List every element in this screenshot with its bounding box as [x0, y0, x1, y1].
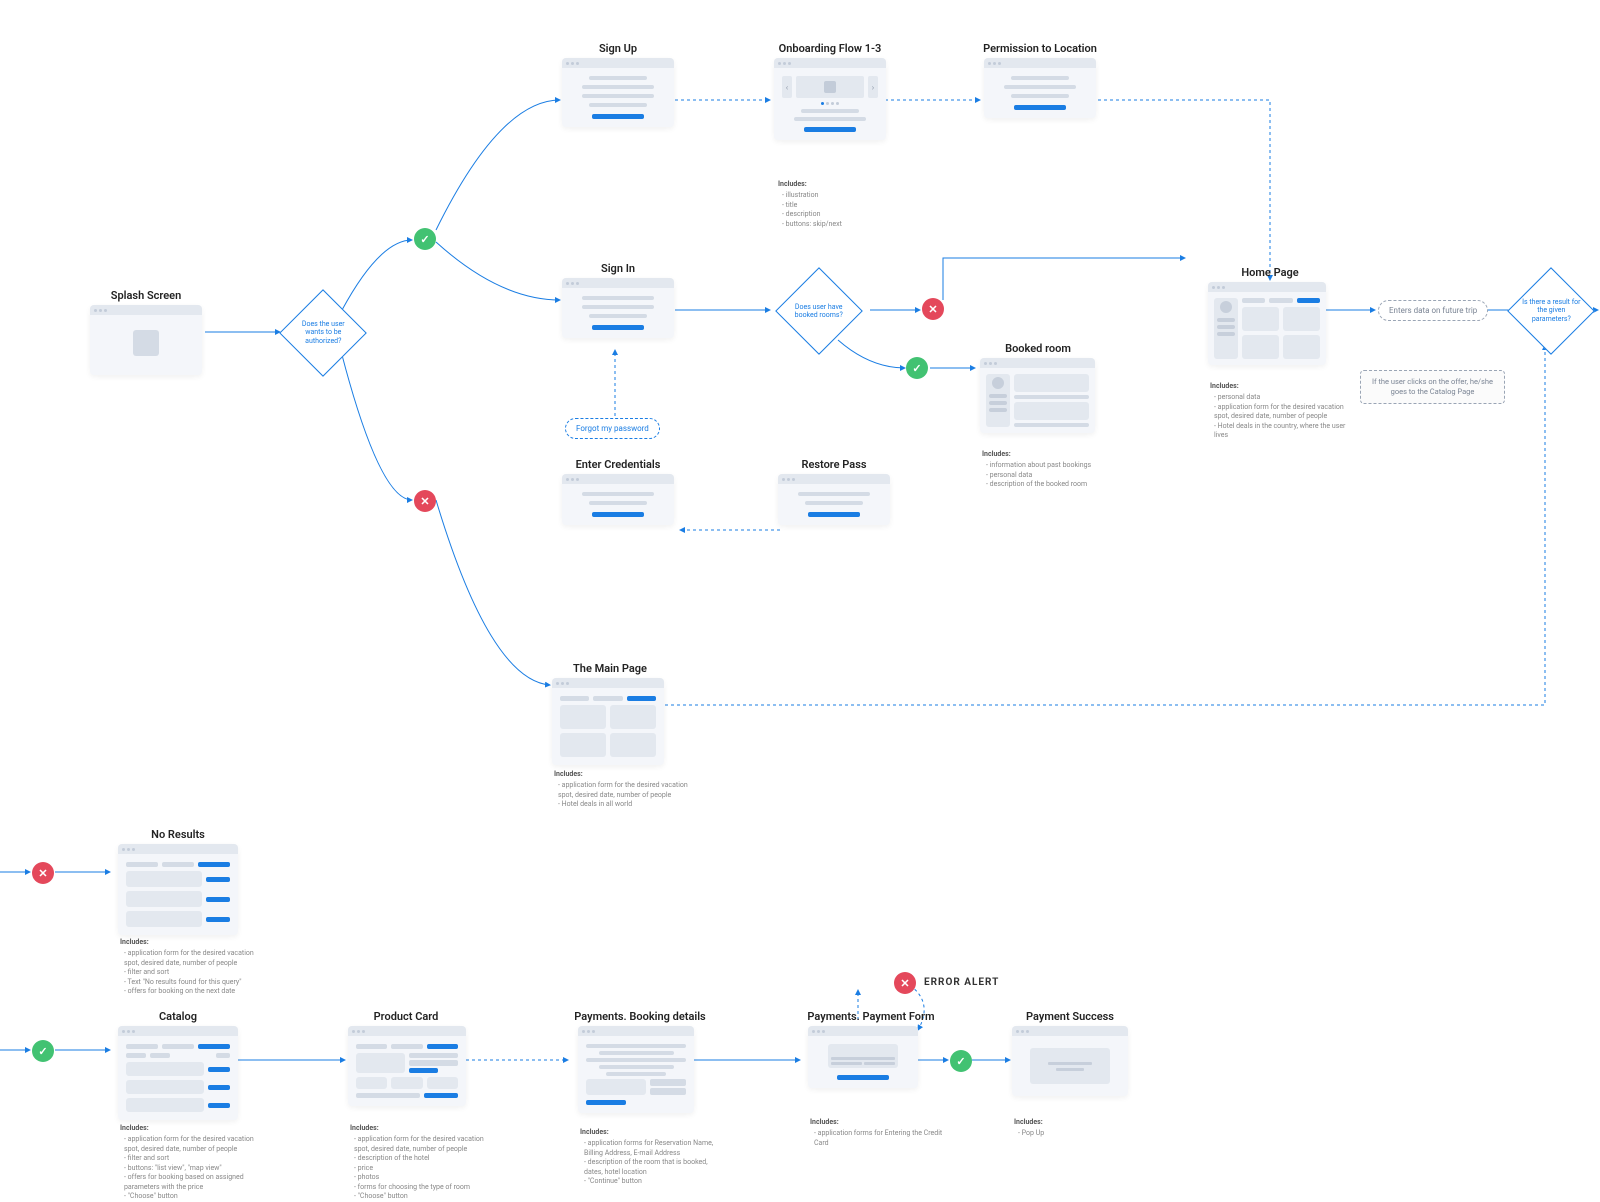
title-paybooking: Payments. Booking details — [570, 1010, 710, 1023]
node-home[interactable] — [1208, 282, 1326, 365]
node-permission[interactable] — [984, 58, 1096, 118]
check-icon: ✓ — [906, 357, 928, 379]
title-product: Product Card — [346, 1010, 466, 1023]
notes-payform: Includes: - application forms for Enteri… — [810, 1118, 950, 1148]
info-offer-click: If the user clicks on the offer, he/she … — [1360, 370, 1505, 404]
notes-onboarding: Includes: - illustration - title - descr… — [778, 180, 918, 229]
node-pay-booking[interactable] — [578, 1026, 694, 1113]
node-signin[interactable] — [562, 278, 674, 338]
title-noresults: No Results — [118, 828, 238, 841]
pill-enters-data: Enters data on future trip — [1378, 300, 1488, 321]
title-home: Home Page — [1210, 266, 1330, 279]
title-paysuccess: Payment Success — [1010, 1010, 1130, 1023]
node-no-results[interactable] — [118, 844, 238, 935]
title-onboarding: Onboarding Flow 1-3 — [770, 42, 890, 55]
node-signup[interactable] — [562, 58, 674, 127]
title-payform: Payments. Payment Form — [796, 1010, 946, 1023]
node-enter-creds[interactable] — [562, 474, 674, 525]
notes-mainpage: Includes: - application form for the des… — [554, 770, 694, 810]
check-icon: ✓ — [414, 228, 436, 250]
title-signup: Sign Up — [558, 42, 678, 55]
title-booked: Booked room — [978, 342, 1098, 355]
check-icon: ✓ — [32, 1040, 54, 1062]
decision-result[interactable]: Is there a result for the given paramete… — [1507, 267, 1595, 355]
decision-booked[interactable]: Does user have booked rooms? — [775, 267, 863, 355]
node-booked-room[interactable] — [980, 358, 1095, 433]
node-catalog[interactable] — [118, 1026, 238, 1120]
close-icon: ✕ — [894, 972, 916, 994]
node-pay-form[interactable] — [808, 1026, 918, 1088]
notes-home: Includes: - personal data - application … — [1210, 382, 1350, 441]
decision-authorized[interactable]: Does the user wants to be authorized? — [279, 289, 367, 377]
close-icon: ✕ — [922, 298, 944, 320]
title-signin: Sign In — [558, 262, 678, 275]
title-permission: Permission to Location — [980, 42, 1100, 55]
node-main-page[interactable] — [552, 678, 664, 765]
label-error-alert: ERROR ALERT — [924, 977, 999, 988]
pill-forgot-password[interactable]: Forgot my password — [565, 418, 660, 439]
title-catalog: Catalog — [118, 1010, 238, 1023]
title-restore: Restore Pass — [774, 458, 894, 471]
notes-paysuccess: Includes: - Pop Up — [1014, 1118, 1154, 1139]
title-splash: Splash Screen — [86, 289, 206, 302]
notes-product: Includes: - application form for the des… — [350, 1124, 490, 1202]
node-product-card[interactable] — [348, 1026, 466, 1106]
node-restore[interactable] — [778, 474, 890, 525]
node-pay-success[interactable] — [1012, 1026, 1128, 1096]
title-mainpage: The Main Page — [550, 662, 670, 675]
node-splash[interactable] — [90, 305, 202, 375]
notes-catalog: Includes: - application form for the des… — [120, 1124, 260, 1202]
notes-noresults: Includes: - application form for the des… — [120, 938, 260, 997]
notes-booked: Includes: - information about past booki… — [982, 450, 1122, 490]
flowchart-canvas: Splash Screen Does the user wants to be … — [0, 0, 1600, 1200]
close-icon: ✕ — [414, 490, 436, 512]
notes-paybooking: Includes: - application forms for Reserv… — [580, 1128, 720, 1187]
close-icon: ✕ — [32, 862, 54, 884]
node-onboarding[interactable]: ‹ › — [774, 58, 886, 140]
check-icon: ✓ — [950, 1050, 972, 1072]
title-enter-creds: Enter Credentials — [558, 458, 678, 471]
